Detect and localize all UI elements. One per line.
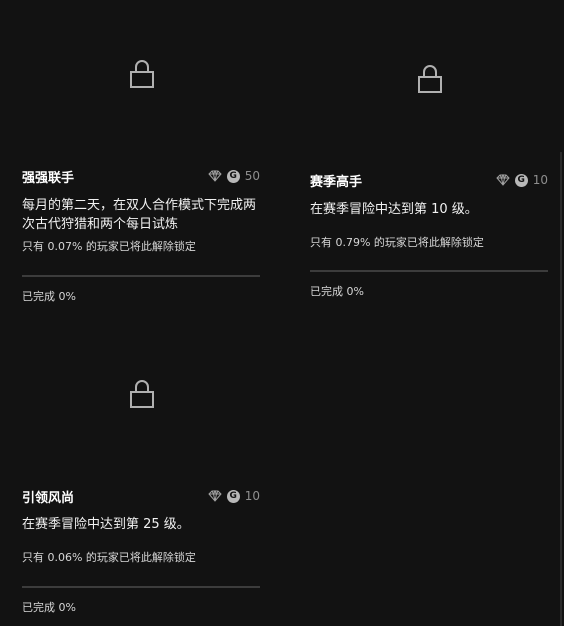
lock-icon — [129, 378, 155, 408]
gamerscore: G 50 — [208, 169, 260, 183]
progress-text: 已完成 0% — [22, 601, 76, 614]
gamerscore-g-icon: G — [514, 173, 528, 187]
achievement-header: 引领风尚 G 10 — [22, 487, 260, 506]
gamerscore: G 10 — [208, 489, 260, 503]
progress-bar — [22, 275, 260, 277]
achievement-header: 赛季高手 G 10 — [310, 171, 548, 190]
gamerscore-g-icon: G — [226, 489, 240, 503]
achievement-description: 每月的第二天，在双人合作模式下完成两次古代狩猎和两个每日试炼 — [22, 198, 257, 232]
achievement-title: 强强联手 — [22, 170, 75, 186]
achievement-rarity: 只有 0.07% 的玩家已将此解除锁定 — [22, 240, 196, 253]
gamerscore: G 10 — [496, 173, 548, 187]
achievement-rarity: 只有 0.79% 的玩家已将此解除锁定 — [310, 236, 484, 249]
gamerscore-value: 10 — [244, 489, 260, 503]
progress-bar — [310, 270, 548, 272]
scrollbar[interactable] — [559, 0, 564, 626]
gamerscore-value: 50 — [244, 169, 260, 183]
progress-text: 已完成 0% — [22, 290, 76, 303]
diamond-icon — [208, 490, 222, 502]
diamond-icon — [496, 174, 510, 186]
achievement-header: 强强联手 G 50 — [22, 167, 260, 186]
scrollbar-thumb[interactable] — [560, 152, 562, 626]
progress-bar — [22, 586, 260, 588]
achievement-title: 赛季高手 — [310, 174, 363, 190]
gamerscore-value: 10 — [532, 173, 548, 187]
achievements-page: 强强联手 G 50 每月的第二天，在双人合作模式下完成两次古代狩猎和两个每日试炼… — [0, 0, 564, 626]
progress-text: 已完成 0% — [310, 285, 364, 298]
gamerscore-g-icon: G — [226, 169, 240, 183]
achievement-card[interactable]: 引领风尚 G 10 在赛季冒险中达到第 25 级。 只有 0.06% 的玩家已将… — [22, 330, 260, 620]
achievement-rarity: 只有 0.06% 的玩家已将此解除锁定 — [22, 551, 196, 564]
achievement-card[interactable]: 赛季高手 G 10 在赛季冒险中达到第 10 级。 只有 0.79% 的玩家已将… — [310, 0, 548, 310]
achievement-description: 在赛季冒险中达到第 10 级。 — [310, 202, 478, 217]
achievement-card[interactable]: 强强联手 G 50 每月的第二天，在双人合作模式下完成两次古代狩猎和两个每日试炼… — [22, 0, 260, 310]
lock-icon — [129, 58, 155, 88]
achievement-title: 引领风尚 — [22, 490, 75, 506]
lock-icon — [417, 63, 443, 93]
diamond-icon — [208, 170, 222, 182]
achievement-description: 在赛季冒险中达到第 25 级。 — [22, 517, 190, 532]
